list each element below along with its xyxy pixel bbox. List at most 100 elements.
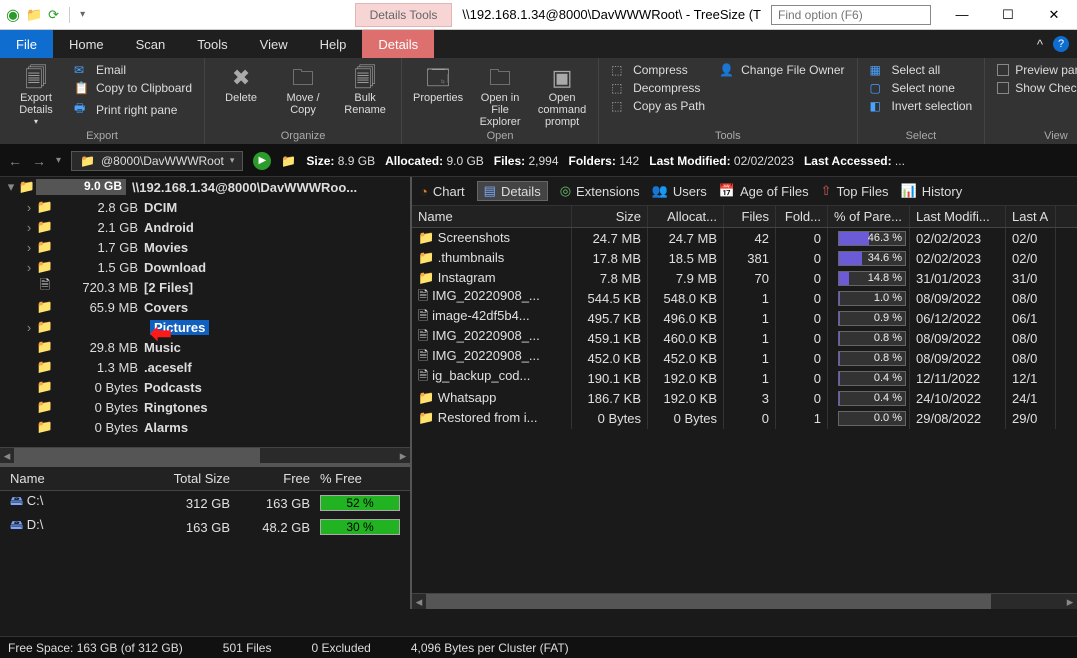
invert-selection-button[interactable]: ◧Invert selection [866, 98, 977, 114]
menu-view[interactable]: View [244, 30, 304, 58]
expand-icon[interactable]: › [22, 320, 36, 335]
tab-history[interactable]: 📊History [901, 183, 963, 199]
path-input[interactable]: 📁 @8000\DavWWWRoot ▾ [71, 151, 243, 171]
drives-panel: Name Total Size Free % Free 🖴 C:\312 GB1… [0, 463, 410, 609]
folder-icon: 📁 [418, 270, 434, 285]
col-modified[interactable]: Last Modifi... [910, 206, 1006, 227]
expand-icon[interactable]: › [22, 240, 36, 255]
details-grid[interactable]: Name Size Allocat... Files Fold... % of … [412, 206, 1077, 593]
col-accessed[interactable]: Last A [1006, 206, 1056, 227]
folder-icon: 📁 [36, 299, 54, 315]
tree-item[interactable]: ›📁2.1 GBAndroid [0, 217, 410, 237]
qat-refresh-icon[interactable]: ⟳ [48, 7, 59, 23]
tree-item[interactable]: 📁0 BytesPodcasts [0, 377, 410, 397]
tree-item[interactable]: 📁1.3 MB.aceself [0, 357, 410, 377]
menu-home[interactable]: Home [53, 30, 120, 58]
tab-details[interactable]: ▤Details [477, 181, 548, 201]
find-option-input[interactable] [771, 5, 931, 25]
col-alloc[interactable]: Allocat... [648, 206, 724, 227]
tree-item[interactable]: ›📁1.5 GBDownload [0, 257, 410, 277]
drive-row[interactable]: 🖴 D:\163 GB48.2 GB30 % [0, 515, 410, 539]
drv-hdr-free[interactable]: Free [240, 471, 320, 486]
tree-item[interactable]: 📁0 BytesAlarms [0, 417, 410, 437]
bulk-rename-button[interactable]: 🗐Bulk Rename [337, 62, 393, 128]
nav-fwd-icon[interactable]: → [32, 153, 46, 169]
preview-pane-check[interactable]: Preview pane [993, 62, 1077, 78]
email-button[interactable]: ✉Email [70, 62, 196, 78]
menu-file[interactable]: File [0, 30, 53, 58]
compress-button[interactable]: ⬚Compress [607, 62, 709, 78]
tree-item[interactable]: ›📁2.8 GBDCIM [0, 197, 410, 217]
tree-item[interactable]: 🗎720.3 MB[2 Files] [0, 277, 410, 297]
select-all-button[interactable]: ▦Select all [866, 62, 977, 78]
tab-extensions[interactable]: ◎Extensions [560, 183, 640, 199]
nav-history-icon[interactable]: ▾ [56, 155, 61, 166]
change-owner-button[interactable]: 👤Change File Owner [715, 62, 848, 78]
select-none-icon: ▢ [870, 81, 886, 95]
collapse-icon[interactable]: ▾ [4, 179, 18, 195]
expand-icon[interactable]: › [22, 200, 36, 215]
drv-hdr-name[interactable]: Name [0, 471, 150, 486]
drv-hdr-pct[interactable]: % Free [320, 471, 400, 486]
col-name[interactable]: Name [412, 206, 572, 227]
drive-icon: 🖴 [10, 493, 23, 508]
show-checkboxes-check[interactable]: Show Checkboxes [993, 80, 1077, 96]
folder-tree[interactable]: ▾ 📁 9.0 GB \\192.168.1.34@8000\DavWWWRoo… [0, 177, 410, 447]
expand-icon[interactable]: › [22, 260, 36, 275]
expand-icon[interactable]: › [22, 220, 36, 235]
tab-age[interactable]: 📅Age of Files [719, 183, 809, 199]
window-maximize-button[interactable]: ☐ [985, 0, 1031, 30]
group-tools-label: Tools [607, 128, 848, 142]
drive-row[interactable]: 🖴 C:\312 GB163 GB52 % [0, 491, 410, 515]
tab-chart[interactable]: ◔Chart [420, 184, 465, 199]
drv-hdr-total[interactable]: Total Size [150, 471, 240, 486]
qat-dropdown-icon[interactable]: ▾ [80, 9, 85, 20]
copy-path-button[interactable]: ⬚Copy as Path [607, 98, 709, 114]
tree-item[interactable]: 📁29.8 MBMusic [0, 337, 410, 357]
export-details-button[interactable]: 🗐 Export Details▾ [8, 62, 64, 128]
col-files[interactable]: Files [724, 206, 776, 227]
collapse-ribbon-icon[interactable]: ^ [1037, 37, 1043, 52]
pct-bar: 0.0 % [838, 411, 906, 426]
open-cmd-button[interactable]: ▣Open command prompt [534, 62, 590, 128]
print-pane-button[interactable]: 🖶Print right pane [70, 98, 196, 121]
grid-row[interactable]: 📁 Restored from i...0 Bytes0 Bytes010.0 … [412, 408, 1077, 428]
properties-button[interactable]: 🗔Properties [410, 62, 466, 128]
tree-item[interactable]: 📁0 BytesRingtones [0, 397, 410, 417]
menu-help[interactable]: Help [304, 30, 363, 58]
col-size[interactable]: Size [572, 206, 648, 227]
tree-item[interactable]: ›📁Pictures [0, 317, 410, 337]
grid-row[interactable]: 🗎 ig_backup_cod...190.1 KB192.0 KB100.4 … [412, 368, 1077, 388]
pct-bar: 46.3 % [838, 231, 906, 246]
tree-item[interactable]: 📁65.9 MBCovers [0, 297, 410, 317]
copy-clipboard-button[interactable]: 📋Copy to Clipboard [70, 80, 196, 96]
tab-top[interactable]: ⇧Top Files [821, 183, 889, 199]
grid-row[interactable]: 📁 .thumbnails17.8 MB18.5 MB381034.6 %02/… [412, 248, 1077, 268]
tree-root[interactable]: ▾ 📁 9.0 GB \\192.168.1.34@8000\DavWWWRoo… [0, 177, 410, 197]
decompress-button[interactable]: ⬚Decompress [607, 80, 709, 96]
col-pct[interactable]: % of Pare... [828, 206, 910, 227]
scan-button[interactable]: ▶ [253, 152, 271, 170]
move-copy-button[interactable]: 🗀Move / Copy [275, 62, 331, 128]
window-close-button[interactable]: ✕ [1031, 0, 1077, 30]
tree-h-scrollbar[interactable]: ◂ ▸ [0, 447, 410, 463]
menu-details[interactable]: Details [362, 30, 434, 58]
help-icon[interactable]: ? [1053, 36, 1069, 52]
col-folders[interactable]: Fold... [776, 206, 828, 227]
open-explorer-button[interactable]: 🗀Open in File Explorer [472, 62, 528, 128]
delete-button[interactable]: ✖Delete [213, 62, 269, 128]
tree-label: DCIM [144, 200, 177, 215]
window-minimize-button[interactable]: — [939, 0, 985, 30]
folder-icon: 📁 [36, 319, 54, 335]
grid-row[interactable]: 📁 Screenshots24.7 MB24.7 MB42046.3 %02/0… [412, 228, 1077, 248]
menu-scan[interactable]: Scan [120, 30, 182, 58]
folder-icon: 📁 [36, 219, 54, 235]
grid-row[interactable]: 📁 Whatsapp186.7 KB192.0 KB300.4 %24/10/2… [412, 388, 1077, 408]
menu-tools[interactable]: Tools [181, 30, 243, 58]
select-none-button[interactable]: ▢Select none [866, 80, 977, 96]
tab-users[interactable]: 👥Users [652, 183, 707, 199]
grid-h-scrollbar[interactable]: ◂ ▸ [412, 593, 1077, 609]
qat-open-icon[interactable]: 📁 [26, 7, 42, 23]
tree-item[interactable]: ›📁1.7 GBMovies [0, 237, 410, 257]
nav-back-icon[interactable]: ← [8, 153, 22, 169]
